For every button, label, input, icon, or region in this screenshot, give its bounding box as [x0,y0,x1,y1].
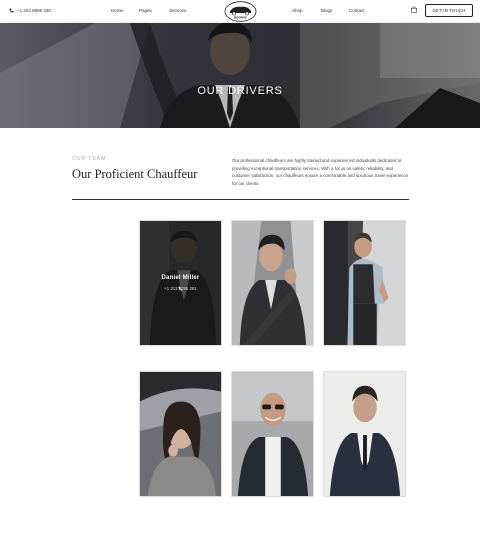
nav-pages[interactable]: Pages [139,8,152,13]
nav-contact[interactable]: Contact [349,8,365,13]
nav-shop[interactable]: Shop [292,8,303,13]
driver-name: Daniel Miller [161,275,200,281]
hero-title: OUR DRIVERS [197,85,283,97]
driver-card-5[interactable] [231,371,314,497]
driver-overlay [140,221,221,345]
cart-icon[interactable] [411,6,417,13]
driver-photo-5 [232,372,313,496]
driver-photo-2 [232,221,313,345]
phone-number: +1 324 8596 330 [17,8,51,13]
phone-icon [178,286,183,291]
section-divider [72,199,409,200]
driver-photo-3 [324,221,405,345]
driver-card-2[interactable] [231,220,314,346]
nav-blogs[interactable]: Blogs [321,8,332,13]
hero-banner: OUR DRIVERS [0,23,480,128]
nav-services[interactable]: Services [169,8,186,13]
header-phone[interactable]: +1 324 8596 330 [9,8,51,13]
driver-photo-6 [324,372,405,496]
driver-photo-4 [140,372,221,496]
driver-card-6[interactable] [323,371,406,497]
section-eyebrow: OUR TEAM [72,156,107,162]
logo[interactable]: MODRIVE [224,1,257,22]
section-intro: Our professional chauffeurs are highly t… [232,158,409,187]
logo-text: MODRIVE [234,15,247,19]
driver-card-4[interactable] [139,371,222,497]
section-title: Our Proficient Chauffeur [72,167,198,181]
get-in-touch-button[interactable]: GET IN TOUCH [425,4,473,17]
phone-icon [9,8,14,13]
site-header: +1 324 8596 330 Home Pages Services MODR… [0,0,480,23]
driver-card-1[interactable]: Daniel Miller +1 213 5785 281 [139,220,222,346]
nav-home[interactable]: Home [111,8,123,13]
hero-image [0,23,480,128]
driver-card-3[interactable] [323,220,406,346]
driver-phone[interactable]: +1 213 5785 281 [140,286,221,291]
